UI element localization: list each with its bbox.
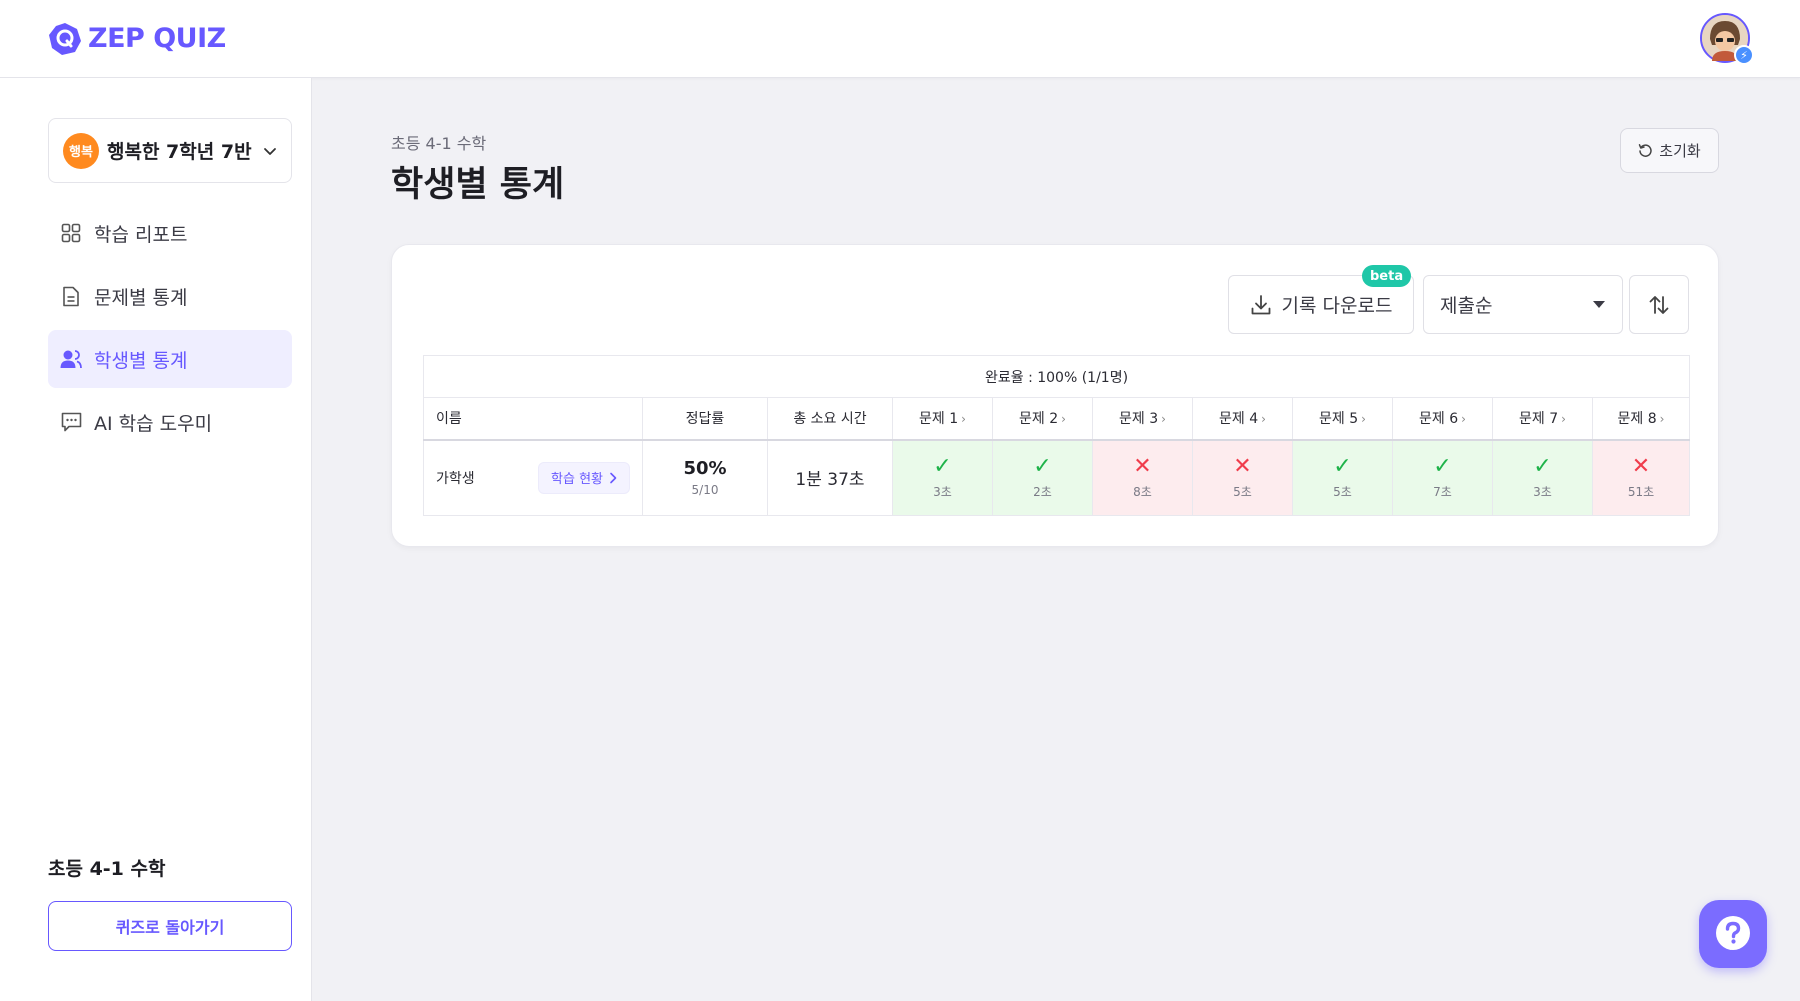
chevron-right-icon: ›	[1461, 412, 1466, 427]
column-header-question-3[interactable]: 문제 3 ›	[1092, 397, 1193, 440]
cross-icon: ✕	[1133, 454, 1152, 480]
table-row: 가학생 학습 현황 50% 5/10 1분 37초 ✓3초 ✓2초 ✕8초	[423, 438, 1691, 516]
user-avatar[interactable]: ⚡	[1700, 13, 1754, 65]
grid-icon	[60, 222, 82, 244]
student-stats-table: 완료율 : 100% (1/1명) 이름 정답률 총 소요 시간 문제 1 › 문…	[422, 355, 1691, 516]
sidebar-item-learning-report[interactable]: 학습 리포트	[48, 204, 292, 262]
sort-direction-toggle[interactable]	[1629, 275, 1689, 334]
class-selector[interactable]: 행복 행복한 7학년 7반	[48, 118, 292, 183]
user-icon	[60, 348, 82, 370]
accuracy-detail: 5/10	[691, 483, 719, 498]
answer-cell-q1[interactable]: ✓ 3초	[892, 438, 993, 516]
answer-cell-q6[interactable]: ✓ 7초	[1392, 438, 1493, 516]
sort-order-select[interactable]: 제출순	[1423, 275, 1623, 334]
reset-label: 초기화	[1659, 142, 1701, 160]
help-question-icon	[1716, 916, 1750, 950]
check-icon: ✓	[1433, 454, 1452, 480]
refresh-icon	[1639, 144, 1653, 157]
column-header-name: 이름	[423, 397, 643, 440]
cross-icon: ✕	[1233, 454, 1252, 480]
check-icon: ✓	[933, 454, 952, 480]
student-name: 가학생	[436, 470, 475, 487]
total-time-cell: 1분 37초	[767, 438, 893, 516]
total-time: 1분 37초	[795, 470, 865, 491]
cross-icon: ✕	[1631, 454, 1651, 480]
column-header-question-4[interactable]: 문제 4 ›	[1192, 397, 1293, 440]
completion-rate: 완료율 : 100% (1/1명)	[422, 355, 1691, 398]
answer-cell-q4[interactable]: ✕ 5초	[1192, 438, 1293, 516]
chevron-right-icon: ›	[1161, 412, 1166, 427]
chevron-right-icon: ›	[1361, 412, 1366, 427]
answer-cell-q5[interactable]: ✓ 5초	[1292, 438, 1393, 516]
chevron-right-icon: ›	[961, 412, 966, 427]
chevron-right-icon	[610, 472, 617, 484]
sidebar-item-student-stats[interactable]: 학생별 통계	[48, 330, 292, 388]
class-name: 행복한 7학년 7반	[107, 141, 252, 163]
chevron-right-icon: ›	[1659, 412, 1665, 427]
download-icon	[1251, 294, 1270, 314]
back-to-quiz-button[interactable]: 퀴즈로 돌아가기	[48, 901, 292, 951]
answer-cell-q7[interactable]: ✓ 3초	[1492, 438, 1593, 516]
chat-icon	[60, 411, 82, 433]
breadcrumb: 초등 4-1 수학	[391, 134, 487, 153]
sidebar-item-label: 학생별 통계	[94, 349, 188, 372]
zep-quiz-logo[interactable]: ZEP QUIZ	[48, 22, 226, 56]
check-icon: ✓	[1533, 454, 1552, 480]
help-button[interactable]	[1699, 900, 1767, 968]
column-header-time: 총 소요 시간	[767, 397, 893, 440]
beta-badge: beta	[1362, 265, 1412, 287]
sidebar-item-label: 문제별 통계	[94, 286, 188, 309]
column-header-question-8[interactable]: 문제 8 ›	[1591, 397, 1691, 440]
accuracy-cell: 50% 5/10	[642, 438, 768, 516]
caret-down-icon	[1593, 300, 1605, 308]
answer-cell-q8[interactable]: ✕ 51초	[1591, 438, 1691, 516]
column-header-question-7[interactable]: 문제 7 ›	[1492, 397, 1593, 440]
check-icon: ✓	[1033, 454, 1052, 480]
sidebar-course-name: 초등 4-1 수학	[48, 858, 166, 880]
column-header-question-1[interactable]: 문제 1 ›	[892, 397, 993, 440]
answer-cell-q3[interactable]: ✕ 8초	[1092, 438, 1193, 516]
sidebar: 행복 행복한 7학년 7반 학습 리포트 문제별 통계 학생별 통계 AI 학습…	[0, 78, 312, 1001]
table-header-row: 이름 정답률 총 소요 시간 문제 1 › 문제 2 › 문제 3 › 문제 4 › 문…	[423, 397, 1691, 440]
column-header-rate: 정답률	[642, 397, 768, 440]
chevron-down-icon	[264, 147, 276, 155]
logo-text: ZEP QUIZ	[88, 23, 226, 54]
student-stats-card: 기록 다운로드 beta 제출순 완료율 : 100% (1/1명) 이름 정답…	[391, 244, 1719, 547]
column-header-question-6[interactable]: 문제 6 ›	[1392, 397, 1493, 440]
sidebar-item-label: AI 학습 도우미	[94, 412, 213, 435]
chevron-right-icon: ›	[1561, 412, 1566, 427]
accuracy-percent: 50%	[683, 458, 727, 480]
document-icon	[60, 285, 82, 307]
column-header-question-2[interactable]: 문제 2 ›	[992, 397, 1093, 440]
answer-cell-q2[interactable]: ✓ 2초	[992, 438, 1093, 516]
class-badge: 행복	[63, 132, 99, 169]
lightning-badge-icon: ⚡	[1734, 45, 1754, 65]
learning-status-button[interactable]: 학습 현황	[538, 461, 630, 494]
chevron-right-icon: ›	[1261, 412, 1266, 427]
top-header: ZEP QUIZ ⚡	[0, 0, 1800, 78]
sort-selected-value: 제출순	[1440, 295, 1493, 317]
sort-arrows-icon	[1649, 295, 1669, 314]
logo-icon	[49, 22, 81, 55]
download-label: 기록 다운로드	[1281, 295, 1393, 317]
column-header-question-5[interactable]: 문제 5 ›	[1292, 397, 1393, 440]
chevron-right-icon: ›	[1061, 412, 1066, 427]
sidebar-item-question-stats[interactable]: 문제별 통계	[48, 267, 292, 325]
sidebar-item-ai-assistant[interactable]: AI 학습 도우미	[48, 393, 292, 451]
sidebar-item-label: 학습 리포트	[94, 223, 188, 246]
reset-button[interactable]: 초기화	[1620, 128, 1719, 173]
sidebar-nav: 학습 리포트 문제별 통계 학생별 통계 AI 학습 도우미	[48, 204, 292, 456]
page-title: 학생별 통계	[391, 165, 565, 205]
check-icon: ✓	[1333, 454, 1352, 480]
